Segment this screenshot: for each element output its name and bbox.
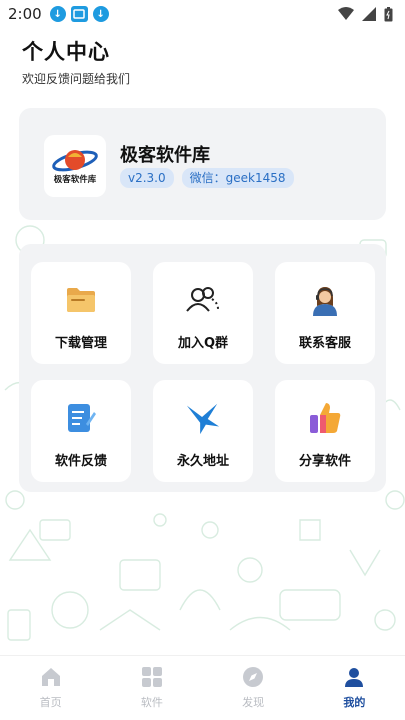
signal-icon bbox=[362, 7, 376, 21]
compass-icon bbox=[242, 666, 264, 688]
app-logo: 极客软件库 bbox=[44, 135, 106, 197]
feedback-button[interactable]: 软件反馈 bbox=[31, 380, 131, 482]
user-icon bbox=[343, 666, 365, 688]
version-badge: v2.3.0 bbox=[120, 168, 174, 188]
tab-home-label: 首页 bbox=[39, 696, 62, 709]
share-app-button[interactable]: 分享软件 bbox=[275, 380, 375, 482]
tab-apps-label: 软件 bbox=[140, 696, 163, 709]
battery-icon bbox=[384, 6, 393, 21]
menu-grid: 下载管理 加入Q群 联系客服 软件反馈 永久地址 分享软件 bbox=[19, 244, 386, 492]
share-app-label: 分享软件 bbox=[298, 454, 351, 469]
page-subtitle: 欢迎反馈问题给我们 bbox=[22, 72, 131, 86]
app-info-card: 极客软件库 极客软件库 v2.3.0 微信：geek1458 bbox=[19, 108, 386, 220]
tab-home[interactable]: 首页 bbox=[0, 656, 101, 720]
tab-mine[interactable]: 我的 bbox=[304, 656, 405, 720]
edit-document-icon bbox=[63, 400, 99, 436]
download-manager-button[interactable]: 下载管理 bbox=[31, 262, 131, 364]
app-logo-text: 极客软件库 bbox=[54, 174, 97, 185]
wechat-badge[interactable]: 微信：geek1458 bbox=[181, 168, 294, 188]
folder-icon bbox=[63, 282, 99, 318]
contact-support-label: 联系客服 bbox=[298, 336, 351, 351]
group-users-icon bbox=[185, 282, 221, 318]
thumbs-up-icon bbox=[307, 400, 343, 436]
contact-support-button[interactable]: 联系客服 bbox=[275, 262, 375, 364]
tab-discover[interactable]: 发现 bbox=[203, 656, 304, 720]
page-header: 个人中心 欢迎反馈问题给我们 bbox=[22, 36, 130, 87]
customer-service-icon bbox=[307, 282, 343, 318]
join-group-button[interactable]: 加入Q群 bbox=[153, 262, 253, 364]
page-title: 个人中心 bbox=[22, 40, 110, 64]
permanent-address-button[interactable]: 永久地址 bbox=[153, 380, 253, 482]
download-manager-label: 下载管理 bbox=[54, 336, 107, 351]
app-notification-icon bbox=[70, 6, 88, 22]
tab-discover-label: 发现 bbox=[242, 696, 265, 709]
wifi-icon bbox=[338, 7, 354, 20]
bottom-tab-bar: 首页 软件 发现 我的 bbox=[0, 655, 405, 720]
app-name: 极客软件库 bbox=[120, 145, 210, 166]
download-notification-icon: ↓ bbox=[92, 6, 109, 22]
tab-apps[interactable]: 软件 bbox=[101, 656, 202, 720]
status-time: 2:00 bbox=[8, 5, 42, 23]
home-icon bbox=[40, 666, 62, 688]
tab-mine-label: 我的 bbox=[343, 696, 366, 709]
permanent-address-label: 永久地址 bbox=[176, 454, 229, 469]
swallow-bird-icon bbox=[185, 400, 221, 436]
status-bar: 2:00 ↓ ↓ bbox=[0, 0, 405, 28]
join-group-label: 加入Q群 bbox=[177, 336, 229, 351]
feedback-label: 软件反馈 bbox=[54, 454, 107, 469]
apps-grid-icon bbox=[141, 666, 163, 688]
download-notification-icon: ↓ bbox=[49, 6, 66, 22]
